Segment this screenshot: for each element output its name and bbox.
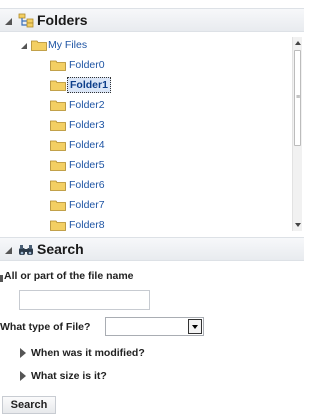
- folder-icon: [50, 200, 66, 211]
- folders-panel-header[interactable]: Folders: [0, 8, 304, 32]
- search-button[interactable]: Search: [2, 396, 56, 414]
- tree-item-label[interactable]: Folder1: [67, 77, 111, 93]
- tree-item-folder8[interactable]: Folder8: [50, 216, 250, 234]
- expand-triangle-icon[interactable]: [20, 371, 26, 381]
- tree-item-folder2[interactable]: Folder2: [50, 96, 250, 114]
- collapse-triangle-icon[interactable]: [5, 18, 12, 25]
- expand-triangle-icon[interactable]: [20, 348, 26, 358]
- file-name-label: All or part of the file name: [4, 270, 134, 282]
- tree-item-label[interactable]: Folder3: [69, 116, 105, 134]
- grip-icon: ≡: [296, 94, 301, 101]
- tree-item-label[interactable]: My Files: [48, 36, 87, 54]
- folder-icon: [50, 120, 66, 131]
- scroll-down-arrow-icon[interactable]: [295, 223, 301, 227]
- splitter-handle[interactable]: [0, 275, 3, 282]
- folder-icon: [31, 40, 47, 51]
- tree-item-folder7[interactable]: Folder7: [50, 196, 250, 214]
- tree-item-label[interactable]: Folder7: [69, 196, 105, 214]
- binoculars-icon: [19, 245, 33, 255]
- folder-icon: [50, 140, 66, 151]
- folder-icon: [50, 220, 66, 231]
- tree-item-label[interactable]: Folder2: [69, 96, 105, 114]
- size-disclosure-label[interactable]: What size is it?: [31, 370, 107, 382]
- scroll-up-arrow-icon[interactable]: [295, 41, 301, 45]
- folder-icon: [50, 160, 66, 171]
- tree-item-folder0[interactable]: Folder0: [50, 56, 250, 74]
- tree-item-label[interactable]: Folder5: [69, 156, 105, 174]
- folder-tree: My Files Folder0 Folder1 Folder2 Folder3…: [0, 34, 294, 236]
- folder-icon: [50, 100, 66, 111]
- folders-icon: [18, 13, 34, 28]
- folder-icon: [50, 80, 66, 91]
- tree-item-label[interactable]: Folder4: [69, 136, 105, 154]
- tree-item-label[interactable]: Folder0: [69, 56, 105, 74]
- folders-title: Folders: [37, 12, 88, 28]
- tree-item-folder5[interactable]: Folder5: [50, 156, 250, 174]
- tree-item-label[interactable]: Folder8: [69, 216, 105, 234]
- tree-item-label[interactable]: Folder6: [69, 176, 105, 194]
- tree-item-folder3[interactable]: Folder3: [50, 116, 250, 134]
- expand-triangle-icon[interactable]: [21, 43, 27, 49]
- scrollbar-thumb[interactable]: ≡: [294, 50, 301, 146]
- folder-icon: [50, 60, 66, 71]
- folder-icon: [50, 180, 66, 191]
- tree-scrollbar[interactable]: ≡: [292, 37, 302, 231]
- tree-item-folder4[interactable]: Folder4: [50, 136, 250, 154]
- tree-item-folder6[interactable]: Folder6: [50, 176, 250, 194]
- search-title: Search: [37, 241, 84, 257]
- file-name-input[interactable]: [19, 290, 150, 310]
- modified-disclosure-label[interactable]: When was it modified?: [31, 347, 145, 359]
- file-type-label: What type of File?: [0, 321, 91, 333]
- tree-item-folder1[interactable]: Folder1: [50, 76, 250, 94]
- tree-root-my-files[interactable]: My Files: [0, 36, 200, 54]
- search-panel-header[interactable]: Search: [0, 237, 304, 261]
- file-type-select[interactable]: [105, 317, 204, 336]
- dropdown-arrow-icon[interactable]: [188, 319, 202, 334]
- collapse-triangle-icon[interactable]: [5, 247, 12, 254]
